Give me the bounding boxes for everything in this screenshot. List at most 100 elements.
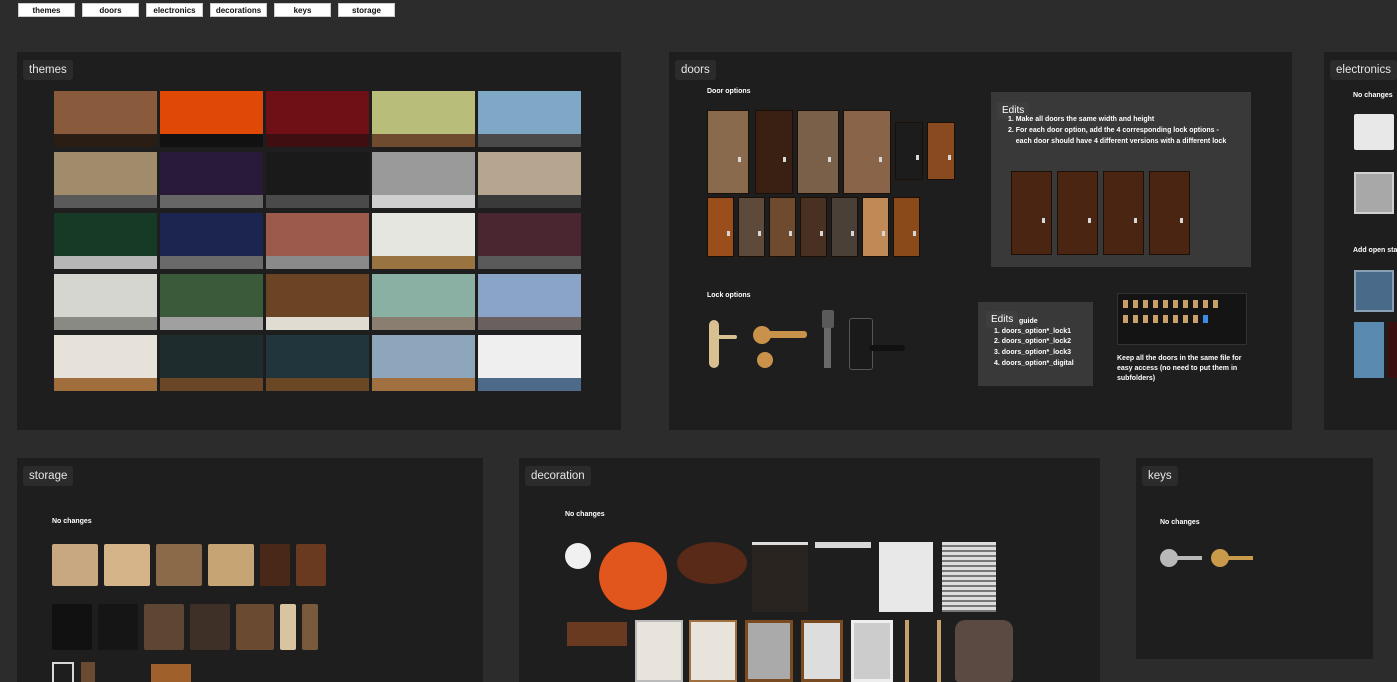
door-option[interactable] [800, 197, 827, 257]
file-icon [1183, 300, 1188, 308]
door-option[interactable] [831, 197, 858, 257]
theme-tile[interactable] [372, 152, 475, 208]
storage-frame-title: storage [23, 466, 74, 486]
theme-floor [372, 194, 475, 208]
theme-wall [54, 335, 157, 378]
theme-tile[interactable] [54, 335, 157, 391]
theme-tile[interactable] [160, 335, 263, 391]
venetian-blind-icon [942, 542, 996, 612]
door-handle-icon [851, 231, 855, 236]
decoration-frame[interactable]: decoration No changes [519, 458, 1100, 682]
door-option[interactable] [927, 122, 955, 180]
file-icon [1123, 315, 1128, 323]
doors-frame[interactable]: doors Door options Lock options Edits 1.… [669, 52, 1292, 430]
door-option[interactable] [862, 197, 889, 257]
theme-tile[interactable] [266, 335, 369, 391]
themes-frame-title: themes [23, 60, 73, 80]
file-icon [1173, 315, 1178, 323]
storage-furniture[interactable] [280, 604, 296, 650]
theme-wall [372, 152, 475, 195]
door-option[interactable] [707, 110, 749, 194]
white-window-icon [851, 620, 893, 682]
theme-tile[interactable] [266, 152, 369, 208]
door-option[interactable] [895, 122, 923, 180]
nav-keys-button[interactable]: keys [274, 3, 331, 17]
door-option[interactable] [893, 197, 920, 257]
edits-2-line-4: 3. doors_option*_lock3 [994, 349, 1072, 356]
theme-floor [160, 255, 263, 269]
file-icon [1133, 315, 1138, 323]
storage-furniture[interactable] [208, 544, 254, 586]
storage-furniture[interactable] [260, 544, 290, 586]
theme-tile[interactable] [54, 152, 157, 208]
nav-decorations-button[interactable]: decorations [210, 3, 267, 17]
theme-tile[interactable] [54, 91, 157, 147]
theme-tile[interactable] [160, 91, 263, 147]
theme-tile[interactable] [266, 274, 369, 330]
keys-frame[interactable]: keys No changes [1136, 458, 1373, 659]
storage-furniture[interactable] [236, 604, 274, 650]
theme-tile[interactable] [372, 213, 475, 269]
books-row-icon [567, 622, 627, 646]
football-icon [677, 542, 747, 584]
theme-wall [160, 335, 263, 378]
theme-floor [266, 194, 369, 208]
theme-tile[interactable] [266, 213, 369, 269]
door-handle-icon [1087, 218, 1091, 224]
door-option[interactable] [797, 110, 839, 194]
theme-tile[interactable] [372, 91, 475, 147]
theme-tile[interactable] [372, 335, 475, 391]
door-option[interactable] [1057, 171, 1098, 255]
door-handle-icon [1041, 218, 1045, 224]
theme-tile[interactable] [478, 152, 581, 208]
theme-floor [160, 133, 263, 147]
door-option[interactable] [1103, 171, 1144, 255]
door-option[interactable] [1149, 171, 1190, 255]
storage-furniture[interactable] [52, 604, 92, 650]
theme-tile[interactable] [54, 274, 157, 330]
nav-storage-button[interactable]: storage [338, 3, 395, 17]
theme-tile[interactable] [478, 274, 581, 330]
theme-floor [54, 255, 157, 269]
theme-tile[interactable] [160, 274, 263, 330]
theme-tile[interactable] [372, 274, 475, 330]
theme-tile[interactable] [478, 213, 581, 269]
storage-furniture[interactable] [144, 604, 184, 650]
theme-tile[interactable] [54, 213, 157, 269]
theme-wall [160, 213, 263, 256]
nav-themes-button[interactable]: themes [18, 3, 75, 17]
theme-tile[interactable] [160, 152, 263, 208]
theme-tile[interactable] [478, 91, 581, 147]
door-option[interactable] [843, 110, 891, 194]
theme-wall [160, 152, 263, 195]
white-blind-icon [879, 542, 933, 612]
theme-wall [54, 274, 157, 317]
nav-electronics-button[interactable]: electronics [146, 3, 203, 17]
storage-furniture[interactable] [156, 544, 202, 586]
theme-tile[interactable] [160, 213, 263, 269]
storage-furniture[interactable] [52, 544, 98, 586]
electronics-frame[interactable]: electronics No changes Add open sta [1324, 52, 1397, 430]
themes-frame[interactable]: themes [17, 52, 621, 430]
storage-frame[interactable]: storage No changes [17, 458, 483, 682]
deadbolt-rose-icon [757, 352, 773, 368]
door-option[interactable] [1011, 171, 1052, 255]
storage-furniture[interactable] [98, 604, 138, 650]
door-option[interactable] [738, 197, 765, 257]
theme-floor [372, 316, 475, 330]
nav-doors-button[interactable]: doors [82, 3, 139, 17]
lock-options-label: Lock options [707, 292, 751, 299]
door-option[interactable] [769, 197, 796, 257]
theme-floor [478, 255, 581, 269]
door-option[interactable] [707, 197, 734, 257]
storage-furniture[interactable] [190, 604, 230, 650]
electronics-no-changes: No changes [1353, 92, 1393, 99]
theme-tile[interactable] [266, 91, 369, 147]
theme-floor [372, 377, 475, 391]
theme-tile[interactable] [478, 335, 581, 391]
door-option[interactable] [755, 110, 793, 194]
storage-furniture[interactable] [104, 544, 150, 586]
storage-furniture[interactable] [296, 544, 326, 586]
theme-floor [478, 133, 581, 147]
storage-furniture[interactable] [302, 604, 318, 650]
